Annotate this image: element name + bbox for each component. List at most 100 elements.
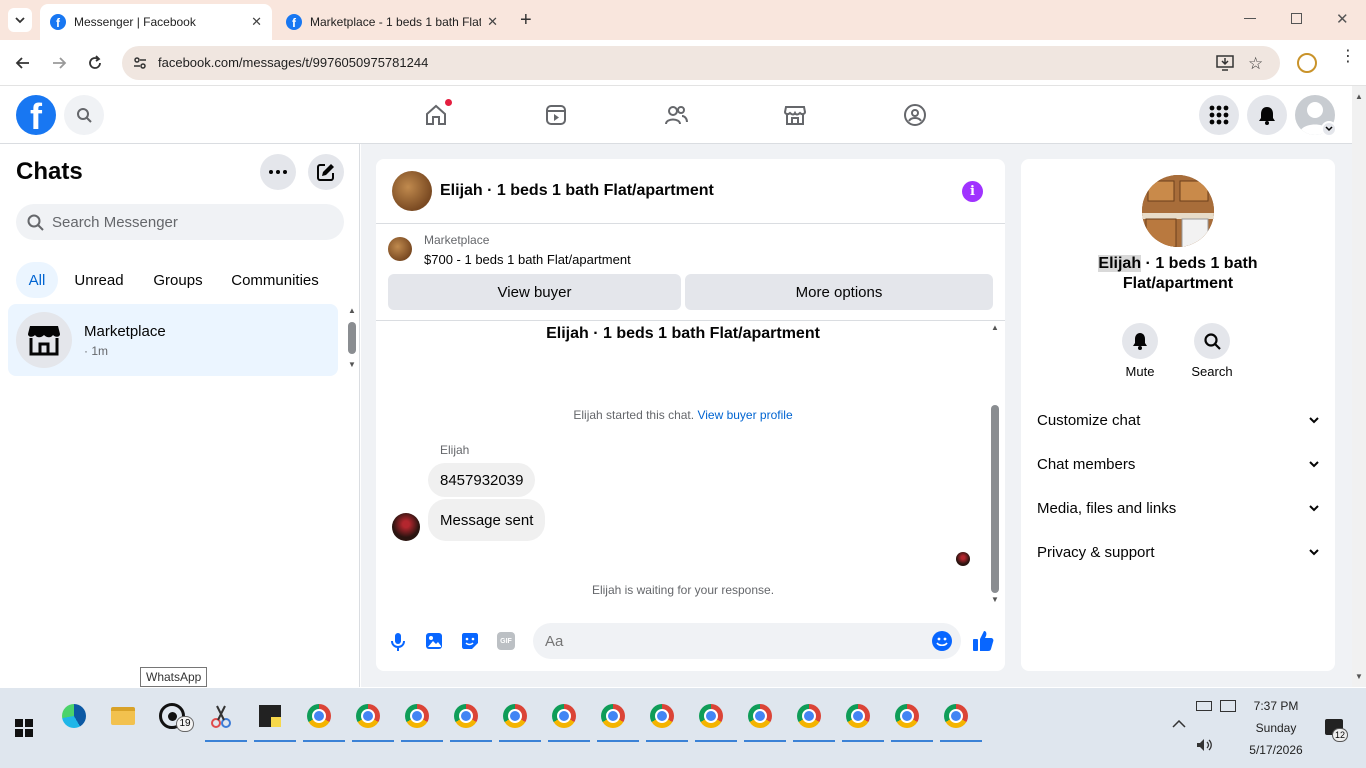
chrome-profile-icon[interactable] [789, 696, 835, 742]
conversation-info-icon[interactable]: i [962, 181, 983, 202]
bookmark-star-icon[interactable]: ☆ [1248, 54, 1263, 74]
section-customize-chat[interactable]: Customize chat [1037, 400, 1319, 440]
chrome-profile-icon[interactable] [838, 696, 884, 742]
new-tab-icon[interactable]: + [520, 10, 532, 30]
filter-all[interactable]: All [16, 262, 58, 298]
new-message-button[interactable] [308, 154, 344, 190]
whatsapp-icon[interactable]: 19 [152, 696, 194, 736]
message-bubble[interactable]: 8457932039 [428, 463, 536, 497]
search-facebook-button[interactable] [64, 95, 104, 135]
view-buyer-profile-link[interactable]: View buyer profile [697, 408, 792, 422]
close-tab-icon[interactable]: ✕ [487, 14, 498, 30]
listing-title[interactable]: $700 - 1 beds 1 bath Flat/apartment [424, 252, 631, 267]
chrome-profile-icon[interactable] [544, 696, 590, 742]
chrome-profile-icon[interactable] [446, 696, 492, 742]
chrome-profile-icon[interactable] [936, 696, 982, 742]
message-bubble[interactable]: Message sent [428, 499, 546, 541]
section-media-files-links[interactable]: Media, files and links [1037, 488, 1319, 528]
gif-icon[interactable]: GIF [497, 632, 515, 650]
forward-icon[interactable] [50, 54, 68, 72]
sender-avatar[interactable] [392, 513, 420, 541]
scroll-up-arrow-icon[interactable]: ▲ [1355, 92, 1363, 101]
tab-marketplace[interactable]: f Marketplace - 1 beds 1 bath Flat/apart… [276, 4, 508, 40]
profile-icon[interactable] [1297, 53, 1317, 73]
microphone-icon[interactable] [390, 632, 406, 652]
conversation-avatar[interactable] [392, 171, 432, 211]
chrome-profile-icon[interactable] [593, 696, 639, 742]
listing-thumbnail[interactable] [388, 237, 412, 261]
clock-time[interactable]: 7:37 PM [1240, 699, 1312, 713]
address-bar[interactable]: facebook.com/messages/t/9976050975781244… [122, 46, 1280, 80]
profile-photo[interactable] [1142, 175, 1214, 247]
install-app-icon[interactable] [1216, 55, 1234, 71]
minimize-window-icon[interactable] [1244, 18, 1256, 19]
nav-friends-icon[interactable] [664, 103, 688, 127]
view-buyer-button[interactable]: View buyer [388, 274, 681, 310]
chat-options-button[interactable] [260, 154, 296, 190]
mute-button[interactable] [1122, 323, 1158, 359]
scroll-up-arrow-icon[interactable]: ▲ [348, 306, 356, 315]
clock-day[interactable]: Sunday [1240, 721, 1312, 735]
message-input[interactable] [545, 623, 915, 659]
search-conversation-button[interactable] [1194, 323, 1230, 359]
message-composer[interactable] [533, 623, 961, 659]
edge-browser-icon[interactable] [54, 696, 94, 736]
close-tab-icon[interactable]: ✕ [251, 14, 262, 30]
chat-list-scrollbar[interactable]: ▲ ▼ [346, 306, 358, 372]
network-icon[interactable] [1220, 700, 1236, 712]
show-hidden-icons-chevron[interactable] [1172, 720, 1186, 728]
restore-window-icon[interactable] [1291, 13, 1302, 24]
file-explorer-icon[interactable] [103, 696, 143, 736]
battery-icon[interactable] [1196, 701, 1212, 711]
volume-icon[interactable] [1196, 738, 1214, 752]
thread-scrollbar[interactable]: ▲ ▼ [989, 323, 1001, 607]
menu-button[interactable] [1199, 95, 1239, 135]
conversation-title[interactable]: Elijah · 1 beds 1 bath Flat/apartment [440, 182, 714, 200]
scroll-down-arrow-icon[interactable]: ▼ [1355, 672, 1363, 681]
section-privacy-support[interactable]: Privacy & support [1037, 532, 1319, 572]
chat-item-marketplace[interactable]: Marketplace · 1m [8, 304, 338, 376]
photo-icon[interactable] [425, 632, 443, 650]
browser-menu-icon[interactable]: ⋮ [1340, 49, 1356, 65]
filter-communities[interactable]: Communities [222, 262, 328, 298]
facebook-logo-icon[interactable]: f [16, 95, 56, 135]
chrome-profile-icon[interactable] [642, 696, 688, 742]
clock-date[interactable]: 5/17/2026 [1240, 743, 1312, 757]
notifications-button[interactable] [1247, 95, 1287, 135]
scroll-up-arrow-icon[interactable]: ▲ [991, 323, 999, 332]
chrome-profile-icon[interactable] [887, 696, 933, 742]
chrome-profile-icon[interactable] [348, 696, 394, 742]
snipping-tool-icon[interactable] [201, 696, 247, 742]
scroll-thumb[interactable] [348, 322, 356, 354]
nav-video-icon[interactable] [544, 103, 568, 127]
search-messenger[interactable] [16, 204, 344, 240]
chrome-profile-icon[interactable] [397, 696, 443, 742]
scroll-down-arrow-icon[interactable]: ▼ [348, 360, 356, 369]
nav-marketplace-icon[interactable] [783, 103, 807, 127]
scroll-down-arrow-icon[interactable]: ▼ [991, 595, 999, 604]
back-icon[interactable] [14, 54, 32, 72]
nav-groups-icon[interactable] [903, 103, 927, 127]
chrome-profile-icon[interactable] [691, 696, 737, 742]
chrome-profile-icon[interactable] [299, 696, 345, 742]
tab-messenger[interactable]: f Messenger | Facebook ✕ [40, 4, 272, 40]
chrome-profile-icon[interactable] [495, 696, 541, 742]
tab-search-dropdown-icon[interactable] [8, 8, 32, 32]
chrome-profile-icon[interactable] [740, 696, 786, 742]
section-chat-members[interactable]: Chat members [1037, 444, 1319, 484]
more-options-button[interactable]: More options [685, 274, 993, 310]
sticky-notes-icon[interactable] [250, 696, 296, 742]
nav-home-icon[interactable] [424, 103, 448, 127]
like-thumbs-up-icon[interactable] [972, 630, 994, 652]
close-window-icon[interactable]: ✕ [1336, 10, 1349, 28]
page-scrollbar[interactable]: ▲ ▼ [1352, 86, 1366, 687]
search-messenger-input[interactable] [52, 204, 332, 240]
account-chevron-icon[interactable] [1321, 121, 1337, 137]
reload-icon[interactable] [86, 54, 104, 72]
scroll-thumb[interactable] [991, 405, 999, 593]
start-windows-icon[interactable] [4, 708, 44, 748]
emoji-icon[interactable] [932, 631, 952, 651]
filter-unread[interactable]: Unread [66, 262, 132, 298]
sticker-icon[interactable] [461, 632, 479, 650]
site-settings-icon[interactable] [132, 55, 148, 71]
